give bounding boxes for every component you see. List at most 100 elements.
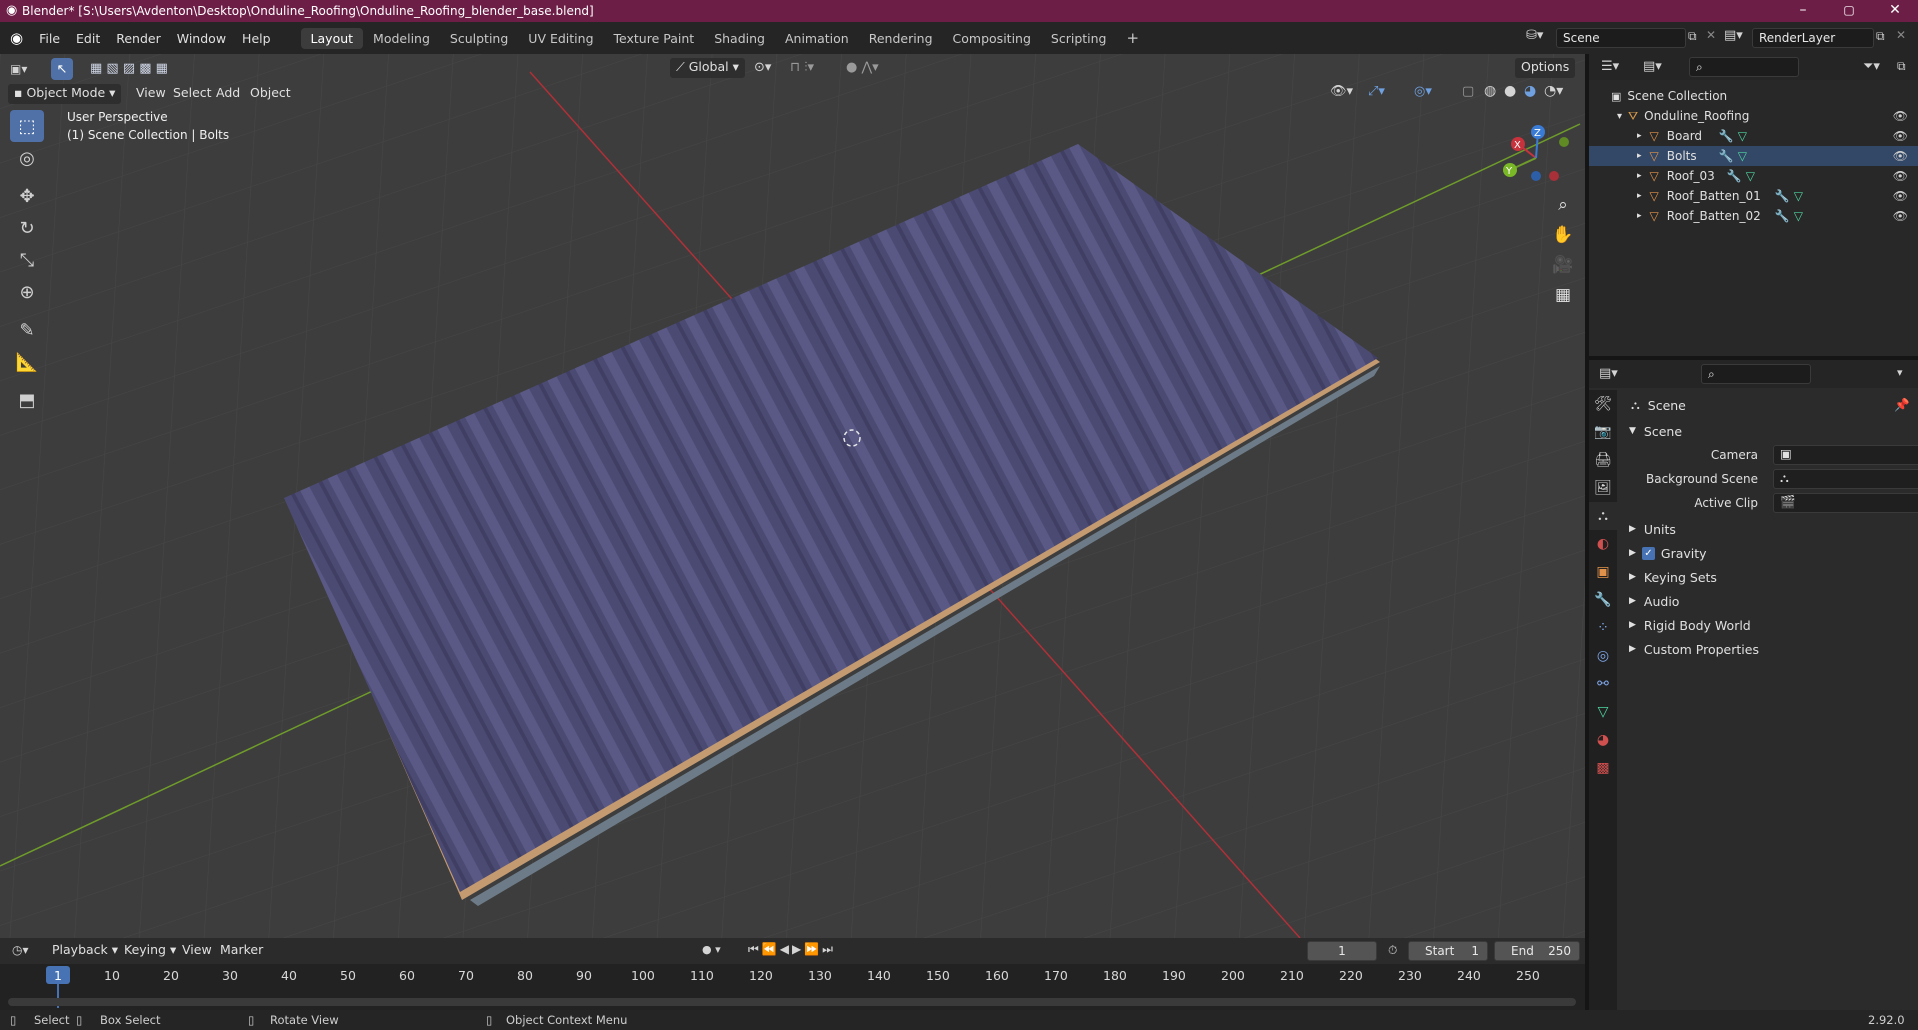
- pan-hand-icon[interactable]: ✋: [1548, 220, 1578, 250]
- zoom-icon[interactable]: ⌕: [1548, 190, 1578, 220]
- annotate-tool-icon[interactable]: ✎: [10, 314, 44, 346]
- expand-arrow-icon[interactable]: ▸: [1637, 151, 1642, 161]
- cursor-tool-icon[interactable]: ◎: [10, 142, 44, 174]
- navigation-gizmo[interactable]: X Y Z: [1496, 118, 1576, 198]
- scene-name-field[interactable]: Scene: [1556, 28, 1686, 48]
- expand-arrow-icon[interactable]: ▸: [1637, 211, 1642, 221]
- gravity-checkbox[interactable]: ✓: [1641, 546, 1655, 560]
- outliner-search-input[interactable]: ⌕: [1689, 57, 1799, 77]
- viewport-menu-object[interactable]: Object: [244, 84, 297, 104]
- menu-render[interactable]: Render: [108, 31, 169, 46]
- background-scene-field[interactable]: ⛬: [1773, 469, 1918, 489]
- editor-type-icon[interactable]: ▣▾: [10, 62, 27, 76]
- move-tool-icon[interactable]: ✥: [10, 180, 44, 212]
- menu-edit[interactable]: Edit: [68, 31, 108, 46]
- viewport-menu-view[interactable]: View: [130, 84, 172, 104]
- particles-tab-icon[interactable]: ⁘: [1589, 614, 1617, 642]
- timeline-editor[interactable]: ◷▾ Playback ▾ Keying ▾ View Marker ● ▾ ⏮…: [0, 938, 1585, 1010]
- 3d-viewport[interactable]: ▣▾ ↖ ▦ ▧ ▨ ▩ ▦ ▪ Object Mode ▾ View Sele…: [0, 54, 1585, 938]
- tab-compositing[interactable]: Compositing: [943, 28, 1041, 49]
- tab-modeling[interactable]: Modeling: [363, 28, 440, 49]
- outliner-item-roof-batten-01[interactable]: ▸ ▽ Roof_Batten_01 🔧 ▽ 👁: [1589, 186, 1918, 206]
- timeline-ruler[interactable]: 1 10 20 30 40 50 60 70 80 90 100 110 120…: [0, 964, 1585, 1010]
- data-tab-icon[interactable]: ▽: [1589, 698, 1617, 726]
- add-cube-icon[interactable]: ⬒: [10, 384, 44, 416]
- start-frame-field[interactable]: Start 1: [1408, 941, 1488, 961]
- panel-rigid-body-world[interactable]: ▶ Rigid Body World: [1619, 614, 1918, 636]
- new-collection-icon[interactable]: ⧉: [1897, 59, 1906, 74]
- menu-file[interactable]: File: [31, 31, 68, 46]
- expand-arrow-icon[interactable]: ▾: [1617, 111, 1622, 122]
- modifier-tab-icon[interactable]: 🔧: [1589, 586, 1617, 614]
- delete-scene-icon[interactable]: ✕: [1706, 28, 1716, 42]
- timeline-editor-icon[interactable]: ◷▾: [12, 943, 29, 957]
- shading-wireframe-icon[interactable]: ◍: [1484, 83, 1496, 99]
- outliner-editor-icon[interactable]: ☰▾: [1601, 59, 1619, 74]
- properties-options-icon[interactable]: ▾: [1897, 366, 1903, 379]
- preview-range-icon[interactable]: ⏱: [1388, 943, 1397, 958]
- ortho-grid-icon[interactable]: ▦: [1548, 280, 1578, 310]
- timeline-menu-keying[interactable]: Keying ▾: [118, 941, 182, 961]
- timeline-menu-marker[interactable]: Marker: [214, 941, 269, 961]
- visibility-eye-icon[interactable]: 👁: [1893, 109, 1908, 123]
- tab-scripting[interactable]: Scripting: [1041, 28, 1117, 49]
- shading-solid-icon[interactable]: ●: [1504, 83, 1516, 99]
- scene-browse-icon[interactable]: ⛁▾: [1526, 28, 1543, 43]
- tab-texture-paint[interactable]: Texture Paint: [604, 28, 705, 49]
- camera-view-icon[interactable]: 🎥: [1548, 250, 1578, 280]
- texture-tab-icon[interactable]: ▩: [1589, 754, 1617, 782]
- viewport-menu-add[interactable]: Add: [210, 84, 246, 104]
- mode-selector[interactable]: ▪ Object Mode ▾: [8, 84, 122, 104]
- object-tab-icon[interactable]: ▣: [1589, 558, 1617, 586]
- material-tab-icon[interactable]: ◕: [1589, 726, 1617, 754]
- transform-tool-icon[interactable]: ⊕: [10, 276, 44, 308]
- expand-arrow-icon[interactable]: ▸: [1637, 131, 1642, 141]
- options-button[interactable]: Options: [1515, 58, 1576, 78]
- visibility-eye-icon[interactable]: 👁: [1893, 189, 1908, 203]
- panel-custom-properties[interactable]: ▶ Custom Properties: [1619, 638, 1918, 660]
- visibility-eye-icon[interactable]: 👁: [1893, 209, 1908, 223]
- tab-sculpting[interactable]: Sculpting: [440, 28, 518, 49]
- panel-scene-header[interactable]: ▼ Scene: [1619, 420, 1918, 442]
- measure-tool-icon[interactable]: 📐: [10, 346, 44, 378]
- selection-mode-icons[interactable]: ▦ ▧ ▨ ▩ ▦: [90, 61, 168, 76]
- current-frame-field[interactable]: 1: [1307, 941, 1377, 961]
- tool-tab-icon[interactable]: 🛠: [1589, 390, 1617, 418]
- new-scene-icon[interactable]: ⧉: [1688, 29, 1697, 44]
- select-box-icon[interactable]: ⬚: [10, 110, 44, 142]
- outliner-panel[interactable]: ☰▾ ▤▾ ⌕ ⏷▾ ⧉ ▣ Scene Collection ▾ ⛛ Ondul…: [1589, 54, 1918, 356]
- new-layer-icon[interactable]: ⧉: [1876, 29, 1885, 44]
- timeline-scrollbar[interactable]: [8, 998, 1576, 1006]
- visibility-icon[interactable]: 👁▾: [1330, 84, 1353, 99]
- minimize-button[interactable]: –: [1780, 0, 1826, 22]
- output-tab-icon[interactable]: 🖨: [1589, 446, 1617, 474]
- menu-help[interactable]: Help: [234, 31, 279, 46]
- filter-icon[interactable]: ⏷▾: [1863, 59, 1880, 74]
- panel-keying-sets[interactable]: ▶ Keying Sets: [1619, 566, 1918, 588]
- gizmo-toggle-icon[interactable]: ⤢▾: [1368, 84, 1385, 99]
- close-button[interactable]: ✕: [1872, 0, 1918, 22]
- view-layer-icon[interactable]: ▤▾: [1724, 28, 1743, 43]
- scene-tab-icon[interactable]: ⛬: [1589, 502, 1617, 530]
- playback-controls[interactable]: ⏮⏪◀▶⏩⏭: [748, 942, 836, 957]
- panel-gravity[interactable]: ▶ ✓ Gravity: [1619, 542, 1918, 564]
- tab-layout[interactable]: Layout: [300, 27, 364, 49]
- proportional-edit-icon[interactable]: ● ⋀▾: [846, 60, 879, 75]
- outliner-item-roof-03[interactable]: ▸ ▽ Roof_03 🔧 ▽ 👁: [1589, 166, 1918, 186]
- shading-material-icon[interactable]: ◕: [1524, 83, 1536, 99]
- auto-keying-icon[interactable]: ● ▾: [702, 943, 721, 956]
- panel-units[interactable]: ▶ Units: [1619, 518, 1918, 540]
- world-tab-icon[interactable]: ◐: [1589, 530, 1617, 558]
- timeline-menu-playback[interactable]: Playback ▾: [46, 941, 124, 961]
- viewport-scene[interactable]: [0, 54, 1585, 938]
- outliner-collection-row[interactable]: ▾ ⛛ Onduline_Roofing 👁: [1589, 106, 1918, 126]
- constraints-tab-icon[interactable]: ⚯: [1589, 670, 1617, 698]
- visibility-eye-icon[interactable]: 👁: [1893, 169, 1908, 183]
- properties-panel[interactable]: ▤▾ ⌕ ▾ 🛠 📷 🖨 🖼 ⛬ ◐ ▣ 🔧 ⁘ ◎ ⚯ ▽ ◕ ▩ ⛬ Scen…: [1589, 360, 1918, 1010]
- transform-orientation[interactable]: ⟋ Global ▾: [670, 58, 745, 78]
- outliner-item-board[interactable]: ▸ ▽ Board 🔧 ▽ 👁: [1589, 126, 1918, 146]
- display-mode-icon[interactable]: ▤▾: [1643, 59, 1662, 74]
- timeline-menu-view[interactable]: View: [176, 941, 218, 961]
- add-workspace-icon[interactable]: +: [1117, 26, 1150, 50]
- active-clip-field[interactable]: 🎬: [1773, 493, 1918, 513]
